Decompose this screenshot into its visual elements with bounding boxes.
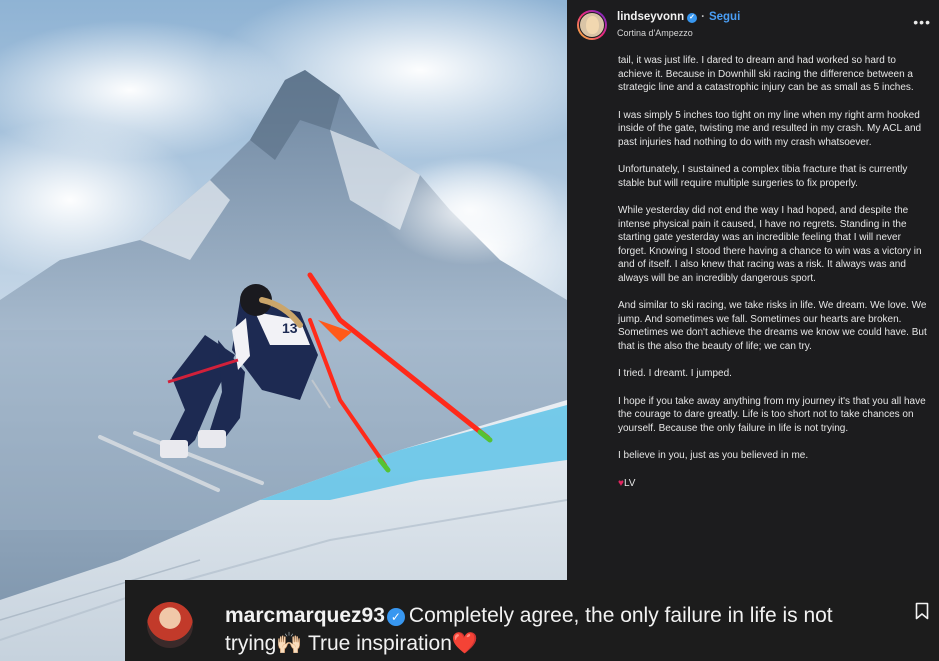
- more-horizontal-icon[interactable]: •••: [913, 14, 931, 30]
- ski-jump-image: 13: [0, 0, 567, 661]
- comment-text-block: marcmarquez93 ✓ Completely agree, the only…: [225, 602, 845, 658]
- caption-paragraph: And similar to ski racing, we take risks…: [618, 300, 927, 352]
- caption-paragraph: I tried. I dreamt. I jumped.: [618, 368, 732, 379]
- caption-paragraph: I believe in you, just as you believed i…: [618, 450, 809, 461]
- post-author-username[interactable]: lindseyvonn: [617, 11, 684, 23]
- caption-paragraph: I was simply 5 inches too tight on my li…: [618, 109, 922, 148]
- caption-panel: lindseyvonn ✓ · Segui Cortina d'Ampezzo •••…: [567, 0, 939, 580]
- signoff-initials: LV: [623, 477, 636, 489]
- verified-check-icon: ✓: [687, 13, 698, 23]
- bookmark-icon[interactable]: [915, 602, 929, 620]
- avatar-photo: [579, 12, 605, 38]
- caption-paragraph: While yesterday did not end the way I ha…: [618, 205, 922, 284]
- commenter-avatar[interactable]: [147, 602, 193, 648]
- post-photo: 13: [0, 0, 567, 661]
- caption-signoff: ♥LV: [618, 477, 930, 491]
- post-header: lindseyvonn ✓ · Segui Cortina d'Ampezzo •••: [567, 0, 939, 50]
- caption-paragraph: I hope if you take away anything from my…: [618, 395, 926, 434]
- follow-button[interactable]: Segui: [709, 11, 740, 23]
- separator-dot: ·: [701, 11, 705, 23]
- verified-check-icon: ✓: [386, 608, 405, 626]
- post-caption: tail, it was just life. I dared to dream…: [618, 54, 930, 504]
- caption-paragraph: Unfortunately, I sustained a complex tib…: [618, 164, 908, 189]
- comment-overlay: marcmarquez93 ✓ Completely agree, the only…: [125, 580, 939, 661]
- post-location[interactable]: Cortina d'Ampezzo: [617, 28, 693, 38]
- caption-paragraph: tail, it was just life. I dared to dream…: [618, 55, 914, 93]
- post-author-avatar[interactable]: [577, 10, 607, 40]
- commenter-username[interactable]: marcmarquez93: [225, 604, 385, 627]
- post-author-line: lindseyvonn ✓ · Segui: [617, 11, 740, 23]
